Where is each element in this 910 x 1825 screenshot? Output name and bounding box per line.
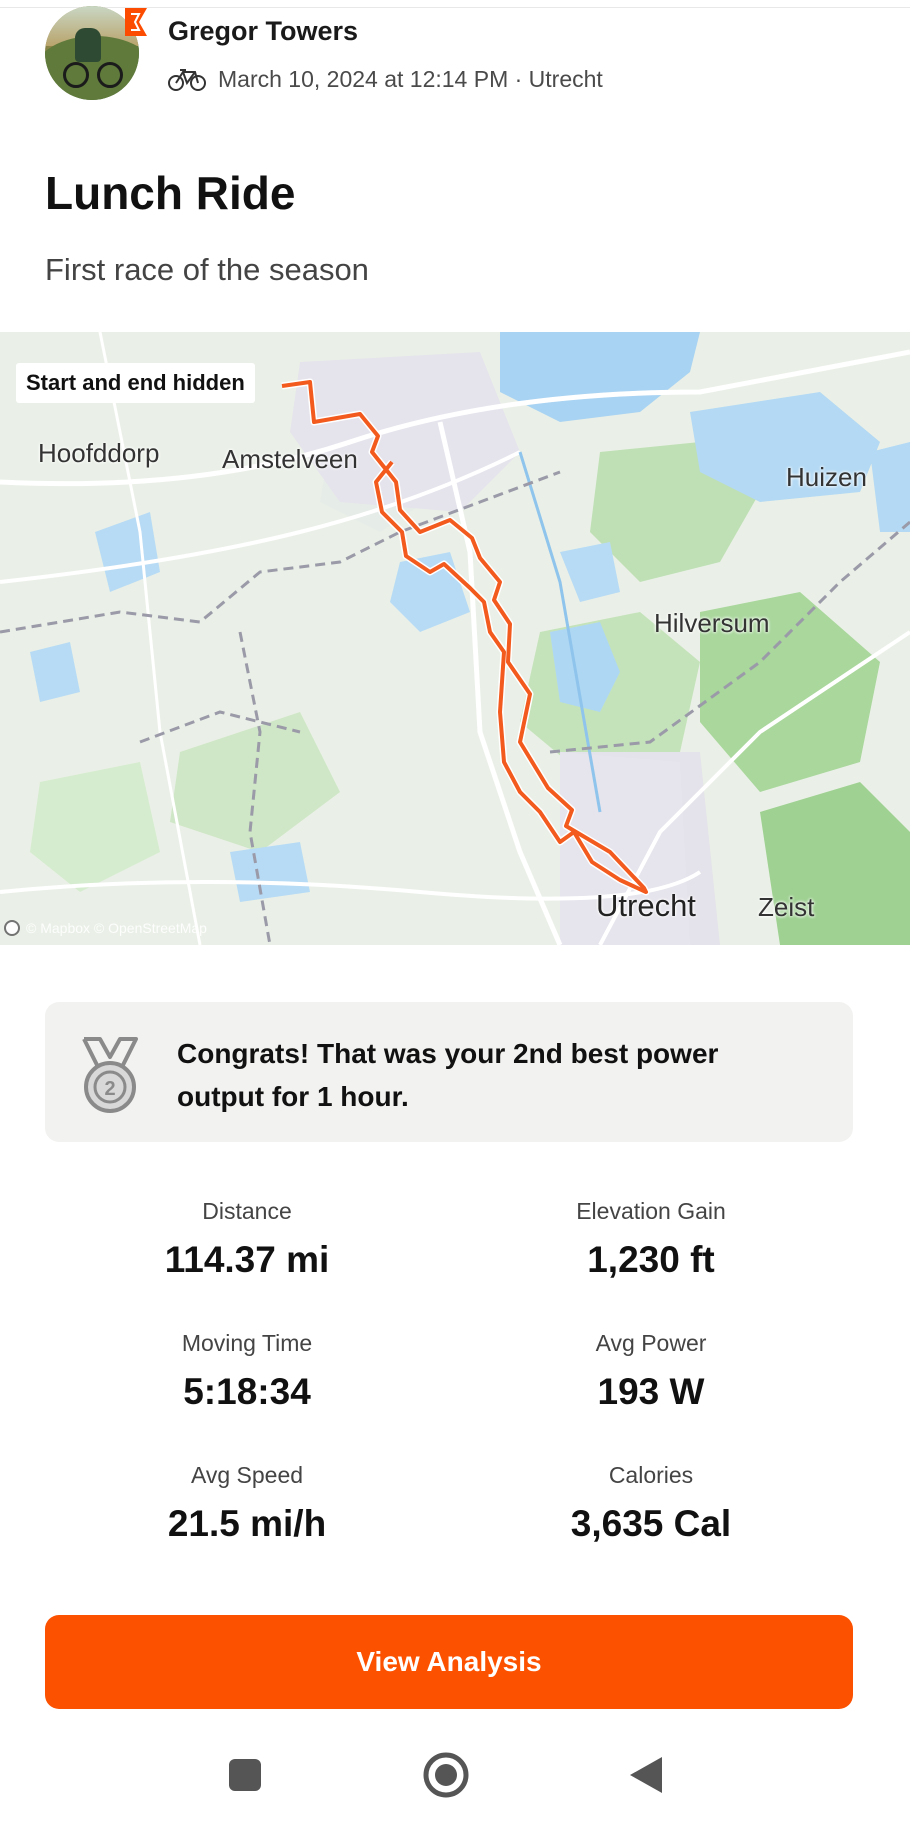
privacy-zone-label: Start and end hidden [16,363,255,403]
subscriber-badge-icon [125,8,147,36]
stat-label: Avg Power [595,1330,707,1356]
route-map[interactable]: Start and end hidden Hoofddorp Amstelvee… [0,332,910,945]
medal-2nd-icon: 2 [82,1037,138,1113]
map-label-amstelveen: Amstelveen [222,444,358,474]
view-analysis-button[interactable]: View Analysis [45,1615,853,1709]
map-attribution[interactable]: © Mapbox © OpenStreetMap [4,920,207,936]
stat-label: Elevation Gain [576,1198,726,1224]
system-nav-bar [0,1725,910,1825]
stat-value: 3,635 Cal [570,1503,732,1544]
stat-value: 193 W [597,1371,705,1412]
stat-calories: Calories 3,635 Cal [451,1462,851,1545]
activity-title: Lunch Ride [45,167,296,219]
achievement-text: Congrats! That was your 2nd best power o… [177,1038,719,1112]
stat-value: 1,230 ft [587,1239,715,1280]
activity-description: First race of the season [45,252,369,287]
activity-meta: March 10, 2024 at 12:14 PM · Utrecht [168,66,603,93]
stat-value: 114.37 mi [164,1239,330,1280]
stat-moving-time: Moving Time 5:18:34 [47,1330,447,1413]
map-label-zeist: Zeist [758,892,815,922]
stat-label: Distance [202,1198,292,1224]
map-label-huizen: Huizen [786,462,867,492]
home-icon[interactable] [418,1747,474,1803]
stat-label: Moving Time [181,1330,313,1356]
stat-avg-speed: Avg Speed 21.5 mi/h [47,1462,447,1545]
mapbox-logo-icon [4,920,20,936]
stat-label: Calories [608,1462,694,1488]
stat-avg-power: Avg Power 193 W [451,1330,851,1413]
stat-distance: Distance 114.37 mi [47,1198,447,1281]
activity-header: Gregor Towers March 10, 2024 at 12:14 PM… [45,6,865,106]
stat-value: 21.5 mi/h [167,1503,327,1544]
athlete-name[interactable]: Gregor Towers [168,16,358,47]
achievement-card[interactable]: 2 Congrats! That was your 2nd best power… [45,1002,853,1142]
svg-text:2: 2 [104,1078,115,1100]
map-label-hilversum: Hilversum [654,608,770,638]
stat-label: Avg Speed [190,1462,304,1488]
map-label-hoofddorp: Hoofddorp [38,438,160,468]
map-label-utrecht: Utrecht [596,888,696,923]
stat-elevation-gain: Elevation Gain 1,230 ft [451,1198,851,1281]
back-icon[interactable] [618,1747,674,1803]
activity-date-location: March 10, 2024 at 12:14 PM · Utrecht [218,66,603,92]
stat-value: 5:18:34 [183,1371,311,1412]
map-canvas [0,332,910,945]
bike-icon [168,68,206,91]
recent-apps-icon[interactable] [217,1747,273,1803]
